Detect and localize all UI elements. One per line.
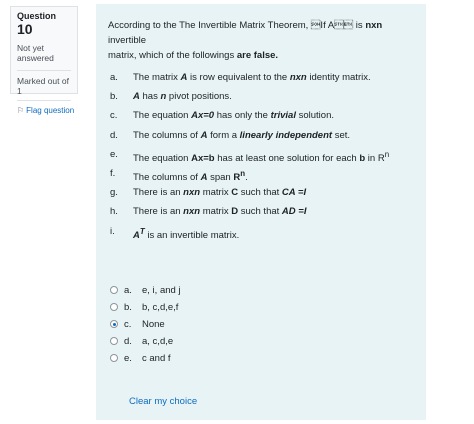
option-text[interactable]: None bbox=[142, 316, 165, 333]
statement-list: a. The matrix A is row equivalent to the … bbox=[108, 68, 414, 241]
statement-label: g. bbox=[110, 187, 118, 199]
option-letter: d. bbox=[124, 336, 132, 347]
statement-text: There is an nxn matrix C such that CA =I bbox=[133, 187, 307, 199]
question-label: Question bbox=[17, 11, 57, 21]
statement-label: a. bbox=[110, 72, 118, 83]
statement-label: h. bbox=[110, 206, 118, 218]
radio-button[interactable] bbox=[110, 286, 118, 294]
statement-item: h. There is an nxn matrix D such that AD … bbox=[108, 202, 414, 221]
statement-text: There is an nxn matrix D such that AD =I bbox=[133, 206, 307, 218]
statement-item: d. The columns of A form a linearly indep… bbox=[108, 126, 414, 145]
flag-icon: ⚐ bbox=[17, 106, 25, 115]
question-text-line-2: matrix, which of the followings are fals… bbox=[108, 50, 279, 61]
question-text: According to the The Invertible Matrix T… bbox=[108, 18, 414, 63]
statement-item: e. The equation Ax=b has at least one sol… bbox=[108, 145, 414, 164]
statement-label: b. bbox=[110, 91, 118, 103]
statement-text: The equation Ax=0 has only the trivial s… bbox=[133, 110, 334, 122]
option-letter: e. bbox=[124, 353, 132, 364]
radio-button[interactable] bbox=[110, 303, 118, 311]
statement-label: d. bbox=[110, 129, 118, 141]
radio-button[interactable] bbox=[110, 320, 118, 328]
statement-item: a. The matrix A is row equivalent to the … bbox=[108, 68, 414, 87]
option-text[interactable]: e, i, and j bbox=[142, 282, 181, 299]
radio-button[interactable] bbox=[110, 337, 118, 345]
statement-text: The matrix A is row equivalent to the nx… bbox=[133, 72, 371, 83]
option-text[interactable]: c and f bbox=[142, 350, 171, 367]
statement-label: i. bbox=[110, 225, 115, 237]
question-text-line-1: According to the The Invertible Matrix T… bbox=[108, 20, 383, 46]
radio-button[interactable] bbox=[110, 354, 118, 362]
option-letter: a. bbox=[124, 285, 132, 296]
statement-item: g. There is an nxn matrix C such that CA … bbox=[108, 183, 414, 202]
statement-label: f. bbox=[110, 167, 116, 179]
question-info-panel: Question 10 Not yet answered Marked out … bbox=[10, 6, 78, 115]
statement-text: AT is an invertible matrix. bbox=[133, 226, 240, 241]
option-text[interactable]: a, c,d,e bbox=[142, 333, 173, 350]
option-letter: b. bbox=[124, 302, 132, 313]
flag-question-link[interactable]: ⚐ Flag question bbox=[17, 106, 75, 115]
statement-text: The columns of A form a linearly indepen… bbox=[133, 129, 351, 141]
option-text[interactable]: b, c,d,e,f bbox=[142, 299, 178, 316]
clear-choice-link[interactable]: Clear my choice bbox=[129, 396, 197, 407]
question-number: Question 10 bbox=[17, 11, 71, 37]
flag-question-label: Flag question bbox=[26, 106, 75, 115]
question-number-value: 10 bbox=[17, 21, 33, 37]
statement-item: b. A has n pivot positions. bbox=[108, 87, 414, 106]
question-grade: Marked out of 1 bbox=[17, 70, 71, 101]
statement-text: A has n pivot positions. bbox=[133, 91, 232, 103]
question-formulation: According to the The Invertible Matrix T… bbox=[96, 4, 426, 420]
statement-item: i. AT is an invertible matrix. bbox=[108, 222, 414, 241]
option-letter: c. bbox=[124, 319, 132, 330]
statement-item: c. The equation Ax=0 has only the trivial… bbox=[108, 106, 414, 125]
statement-label: e. bbox=[110, 148, 118, 160]
question-state: Not yet answered bbox=[17, 43, 54, 63]
statement-label: c. bbox=[110, 110, 118, 122]
statement-item: f. The columns of A span Rn. bbox=[108, 164, 414, 183]
